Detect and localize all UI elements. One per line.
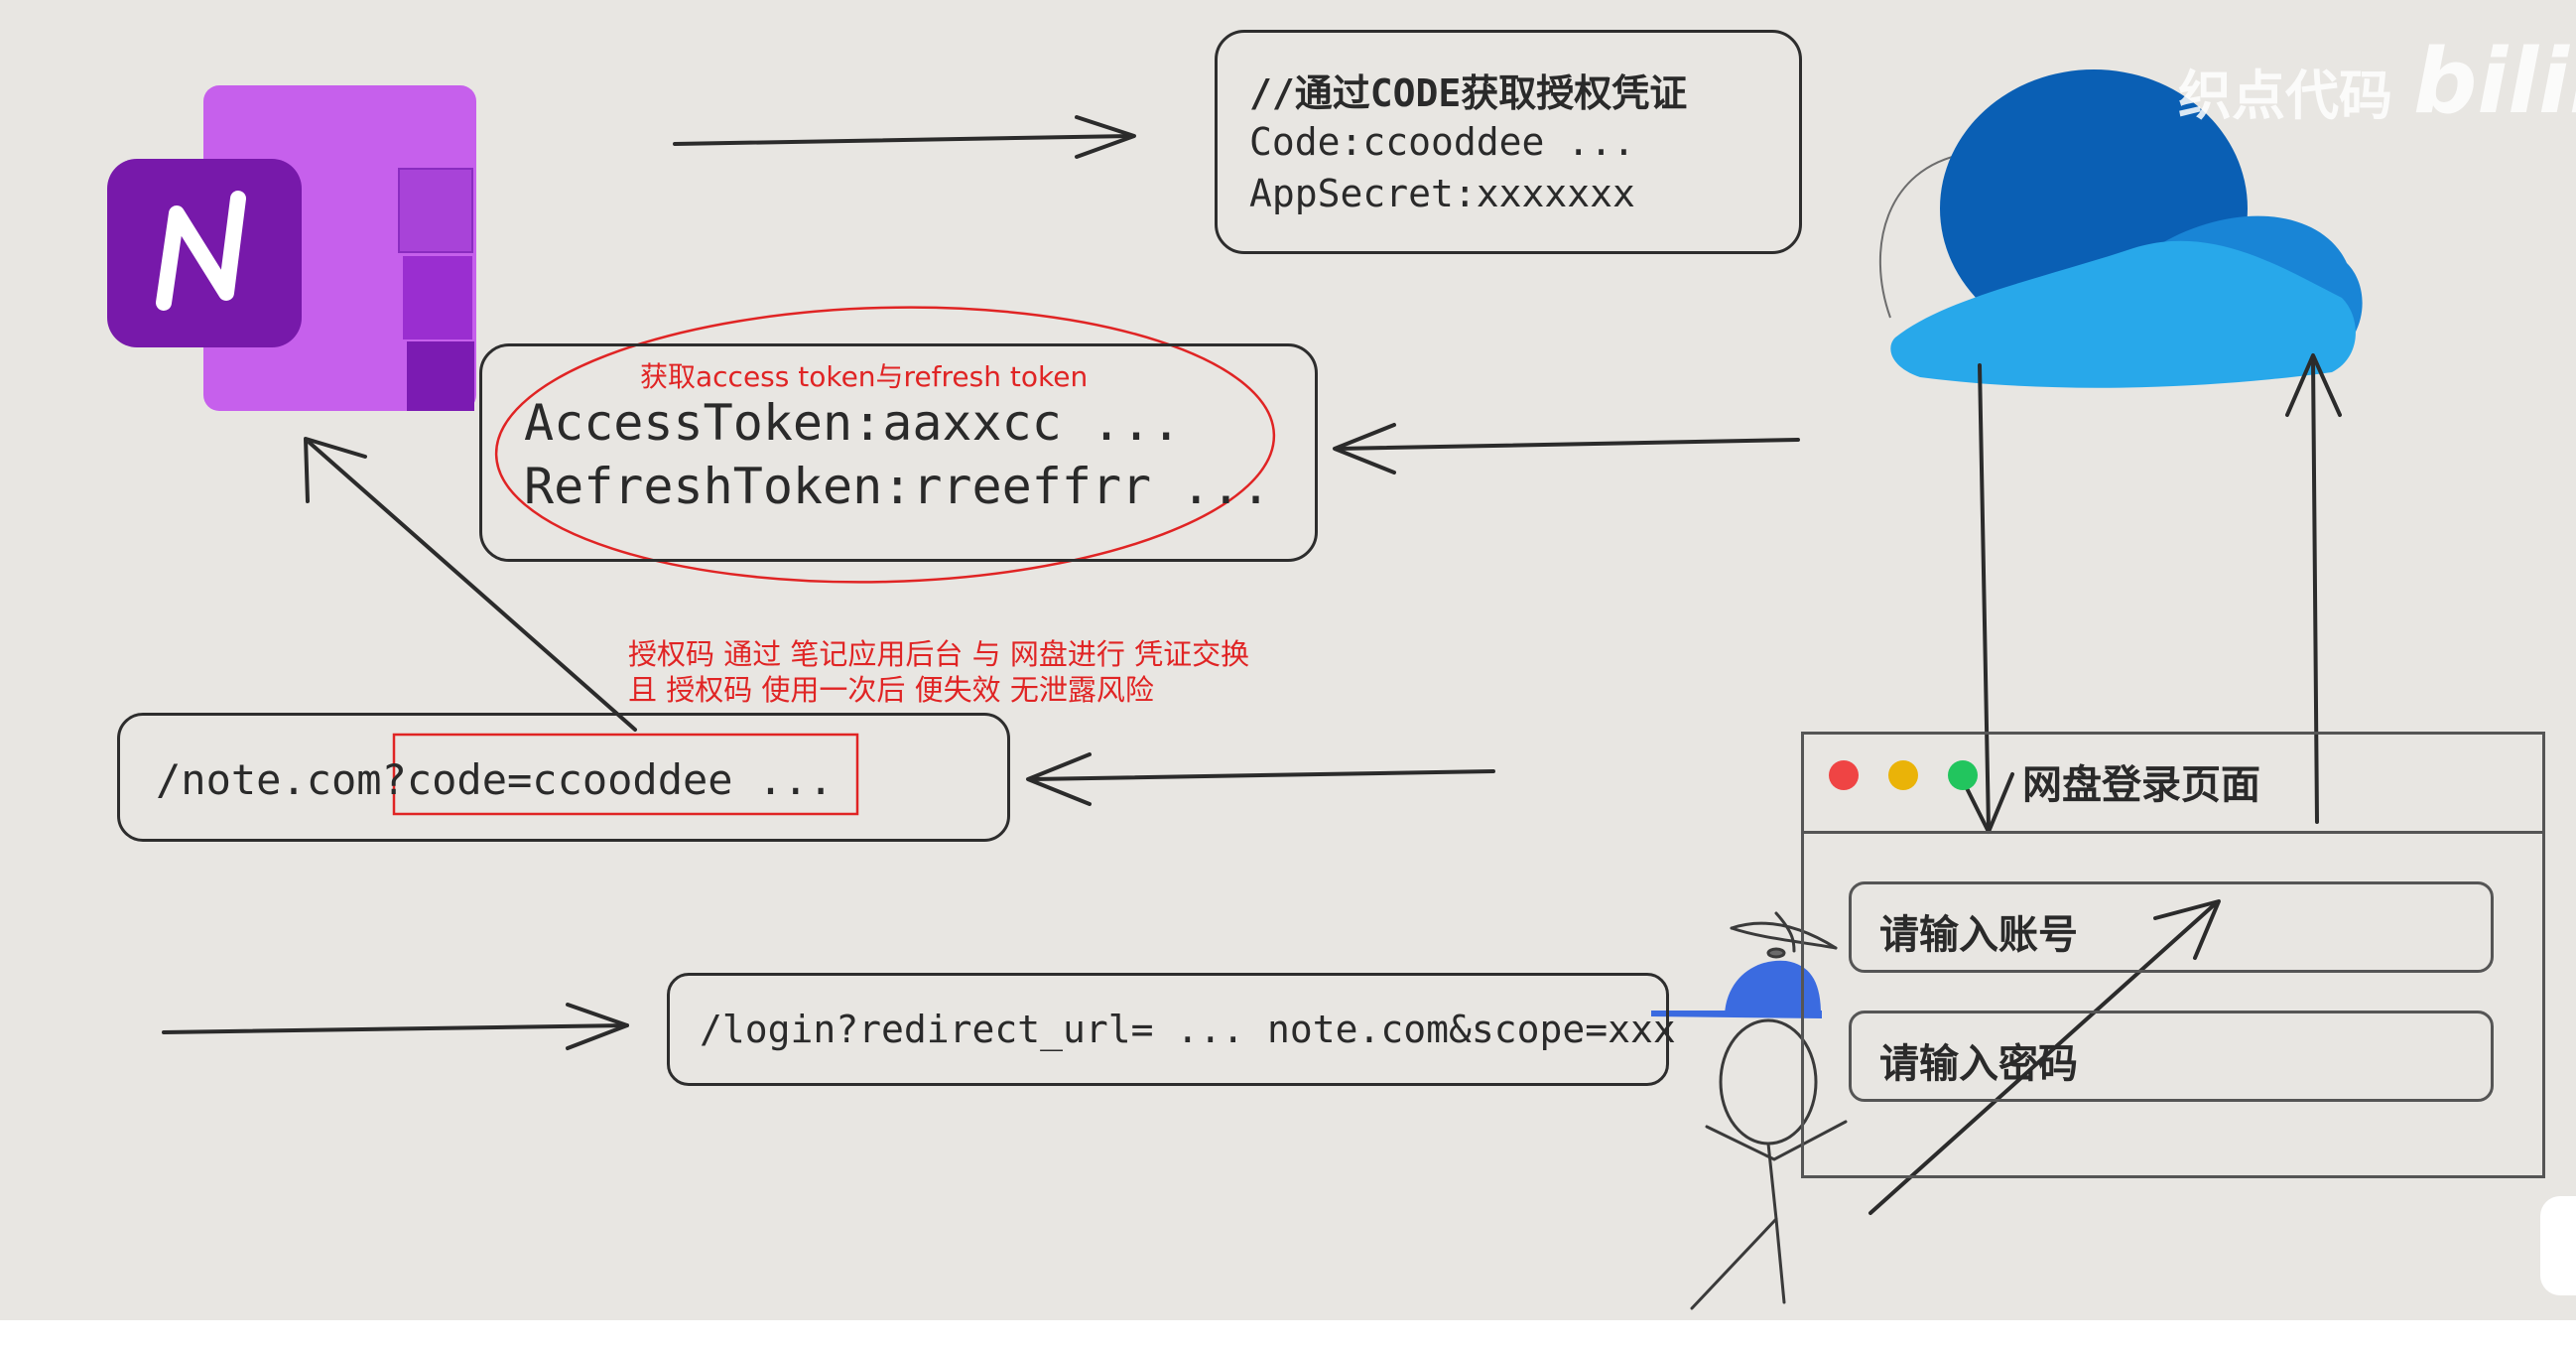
exchange-box: //通过CODE获取授权凭证 Code:ccooddee ... AppSecr… — [1215, 30, 1802, 254]
auth-note-line2: 且 授权码 使用一次后 便失效 无泄露风险 — [628, 673, 1154, 707]
refresh-token-line: RefreshToken:rreeffrr ... — [524, 458, 1271, 515]
tokens-note: 获取access token与refresh token — [640, 360, 1089, 393]
maximize-dot-icon[interactable] — [1948, 760, 1978, 790]
arrow-to-login — [162, 1003, 629, 1050]
arrow-to-tokens — [1333, 423, 1800, 474]
login-url-box: /login?redirect_url= ... note.com&scope=… — [667, 973, 1676, 1086]
browser-title: 网盘登录页面 — [2022, 762, 2260, 808]
exchange-code-line: Code:ccooddee ... — [1249, 120, 1635, 164]
watermark-text: 织点代码 — [2178, 65, 2392, 127]
cap-icon — [1651, 960, 1822, 1018]
access-token-line: AccessToken:aaxxcc ... — [524, 394, 1182, 452]
browser-titlebar: 网盘登录页面 — [1804, 735, 2542, 834]
watermark-brand: bilib — [2413, 30, 2576, 134]
arrow-to-exchange — [673, 115, 1136, 159]
exchange-comment: //通过CODE获取授权凭证 — [1249, 71, 1688, 115]
callback-url-box: /note.com?code=ccooddee ... — [117, 713, 1010, 842]
minimize-dot-icon[interactable] — [1888, 760, 1918, 790]
onenote-logo-icon — [107, 85, 476, 411]
account-input[interactable]: 请输入账号 — [1849, 881, 2494, 973]
arrow-to-callback — [1026, 752, 1495, 806]
side-badge — [2540, 1196, 2576, 1295]
exchange-secret-line: AppSecret:xxxxxxx — [1249, 172, 1635, 215]
close-dot-icon[interactable] — [1829, 760, 1859, 790]
account-placeholder: 请输入账号 — [1879, 912, 2078, 958]
browser-window: 网盘登录页面 请输入账号 请输入密码 — [1801, 732, 2545, 1178]
login-url-text: /login?redirect_url= ... note.com&scope=… — [700, 1008, 1676, 1051]
password-input[interactable]: 请输入密码 — [1849, 1011, 2494, 1102]
password-placeholder: 请输入密码 — [1879, 1041, 2078, 1087]
callback-url-text: /note.com?code=ccooddee ... — [156, 755, 834, 804]
